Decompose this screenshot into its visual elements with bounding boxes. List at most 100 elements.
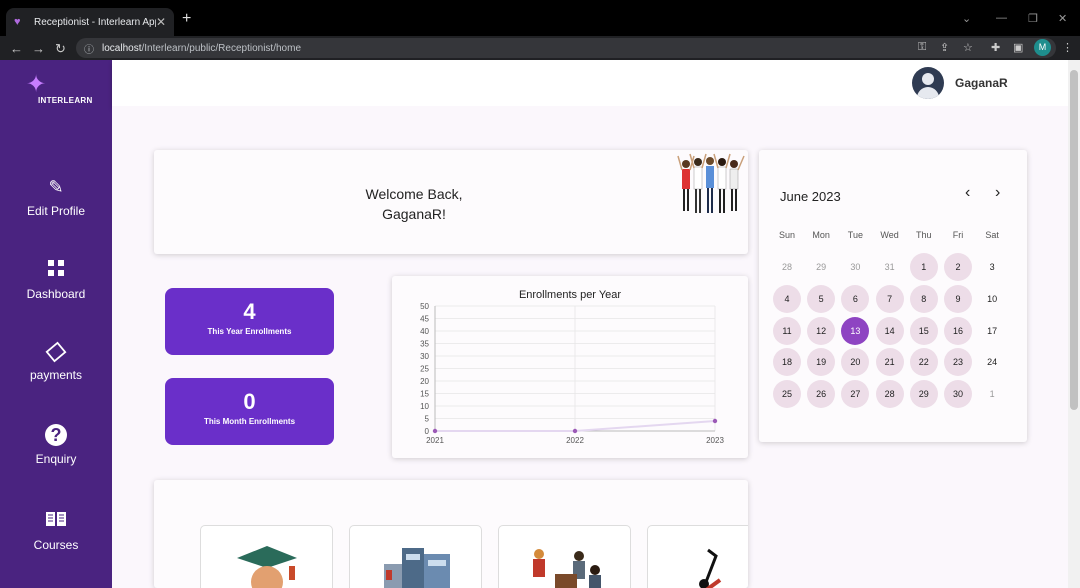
y-tick-label: 30 (420, 352, 429, 361)
calendar-day[interactable]: 6 (841, 284, 870, 313)
key-icon[interactable]: ⚿ (918, 41, 926, 54)
new-tab-icon[interactable]: + (182, 10, 191, 28)
course-tile[interactable] (647, 525, 748, 588)
sidebar-item-dashboard[interactable]: Dashboard (0, 259, 112, 301)
calendar-day[interactable]: 19 (807, 348, 836, 377)
stat-month-enrollments: 0 This Month Enrollments (165, 378, 334, 445)
page-scrollbar[interactable] (1068, 60, 1080, 588)
edit-icon: ✎ (48, 177, 64, 197)
calendar-day[interactable]: 3 (978, 253, 1006, 281)
calendar-day[interactable]: 26 (807, 380, 836, 409)
y-tick-label: 0 (425, 427, 430, 436)
forward-icon[interactable]: → (32, 41, 45, 56)
calendar-day[interactable]: 11 (773, 316, 801, 345)
celebrating-people-icon (677, 153, 745, 213)
calendar-day[interactable]: 12 (807, 316, 836, 345)
extensions-icon[interactable]: ✚ (991, 41, 1000, 54)
interlearn-logo[interactable]: ✦ INTERLEARN (22, 70, 96, 114)
enrollments-line-chart: 0 5 10 15 20 25 30 35 40 45 50 2021 2022 2023 (420, 302, 724, 445)
course-tile[interactable] (349, 525, 482, 588)
close-tab-icon[interactable]: ✕ (156, 15, 166, 29)
calendar-day[interactable]: 27 (841, 380, 870, 409)
weekday-header: Wed (880, 230, 899, 240)
restore-icon[interactable]: ❐ (1028, 12, 1038, 25)
sidebar-item-edit-profile[interactable]: ✎ Edit Profile (0, 176, 112, 218)
calendar-month-label: June 2023 (780, 189, 841, 204)
weekday-header: Fri (952, 230, 964, 240)
y-tick-label: 20 (420, 377, 429, 386)
share-icon[interactable]: ⇪ (940, 41, 949, 54)
browser-tab[interactable]: ♥ Receptionist - Interlearn App ✕ (6, 8, 174, 36)
chevron-right-icon[interactable]: › (995, 184, 1000, 202)
bookmark-star-icon[interactable]: ☆ (963, 41, 973, 54)
site-info-icon[interactable]: ⓘ (84, 41, 94, 56)
reload-icon[interactable]: ↻ (55, 41, 66, 57)
calendar-day[interactable]: 13 (841, 316, 870, 345)
calendar-day[interactable]: 9 (944, 284, 972, 313)
data-point (432, 428, 438, 434)
calendar-card: June 2023 ‹ › Sun Mon Tue Wed Thu Fri Sat 28 29 3… (759, 150, 1027, 442)
browser-toolbar: ← → ↻ ⓘ localhost/Interlearn/public/Rece… (0, 36, 1080, 60)
welcome-line-2: GaganaR! (382, 206, 446, 222)
calendar-day[interactable]: 10 (978, 285, 1006, 313)
stat-year-enrollments: 4 This Year Enrollments (165, 288, 334, 355)
welcome-message: Welcome Back, GaganaR! (334, 184, 494, 224)
classroom-icon (533, 549, 601, 588)
calendar-day[interactable]: 4 (773, 284, 801, 313)
calendar-day[interactable]: 25 (773, 380, 801, 409)
stat-label: This Year Enrollments (207, 327, 292, 336)
y-tick-label: 5 (425, 415, 430, 424)
calendar-day[interactable]: 5 (807, 284, 836, 313)
minimize-icon[interactable]: — (996, 12, 1007, 24)
calendar-day[interactable]: 20 (841, 348, 870, 377)
sidebar-item-courses[interactable]: Courses (0, 510, 112, 552)
calendar-day[interactable]: 8 (909, 284, 938, 313)
side-panel-icon[interactable]: ▣ (1013, 41, 1023, 54)
user-avatar[interactable] (912, 67, 944, 99)
calendar-day[interactable]: 18 (773, 348, 801, 377)
calendar-day[interactable]: 29 (909, 380, 938, 409)
sidebar-item-enquiry[interactable]: ? Enquiry (0, 424, 112, 466)
weekday-header: Mon (812, 230, 830, 240)
calendar-day[interactable]: 1 (909, 253, 938, 281)
browser-menu-icon[interactable]: ⋮ (1062, 41, 1073, 54)
top-header: GaganaR (112, 60, 1068, 106)
calendar-day[interactable]: 15 (909, 316, 938, 345)
calendar-day: 31 (884, 262, 895, 272)
sidebar-item-payments[interactable]: payments (0, 340, 112, 382)
calendar-day[interactable]: 21 (875, 348, 904, 377)
calendar-day[interactable]: 17 (978, 317, 1006, 345)
x-tick-label: 2023 (706, 436, 724, 445)
calendar-day[interactable]: 14 (875, 316, 904, 345)
calendar-day[interactable]: 7 (875, 284, 904, 313)
enrollments-chart-card: Enrollments per Year 0 5 10 15 20 25 30 35 40 45 5… (392, 276, 748, 458)
calendar-day[interactable]: 16 (944, 316, 972, 345)
sidebar-item-label: Edit Profile (26, 204, 86, 218)
graduation-icon (237, 546, 297, 588)
header-username[interactable]: GaganaR (955, 76, 1008, 90)
x-tick-label: 2022 (566, 436, 584, 445)
calendar-day[interactable]: 2 (944, 253, 972, 281)
course-tile[interactable] (498, 525, 631, 588)
tab-title: Receptionist - Interlearn App (34, 16, 156, 28)
calendar-day[interactable]: 23 (944, 348, 972, 377)
back-icon[interactable]: ← (10, 41, 23, 56)
courses-card (154, 480, 748, 588)
weekday-header: Sun (778, 230, 795, 240)
stat-value: 4 (243, 299, 256, 324)
chevron-left-icon[interactable]: ‹ (965, 184, 970, 202)
close-window-icon[interactable]: ✕ (1058, 12, 1067, 25)
calendar-day[interactable]: 28 (875, 380, 904, 409)
url-path: /Interlearn/public/Receptionist/home (141, 42, 301, 54)
course-tile[interactable] (200, 525, 333, 588)
tab-search-icon[interactable]: ⌄ (962, 12, 971, 25)
app-favicon-icon: ♥ (14, 16, 21, 28)
sidebar-item-label: Enquiry (35, 452, 77, 466)
calendar-day[interactable]: 22 (909, 348, 938, 377)
calendar-day[interactable]: 24 (978, 348, 1006, 376)
welcome-line-1: Welcome Back, (365, 186, 463, 202)
profile-avatar[interactable]: M (1034, 39, 1051, 56)
y-tick-label: 45 (420, 315, 429, 324)
calendar-day[interactable]: 30 (944, 380, 972, 409)
address-bar[interactable]: ⓘ localhost/Interlearn/public/Receptioni… (76, 38, 1056, 58)
